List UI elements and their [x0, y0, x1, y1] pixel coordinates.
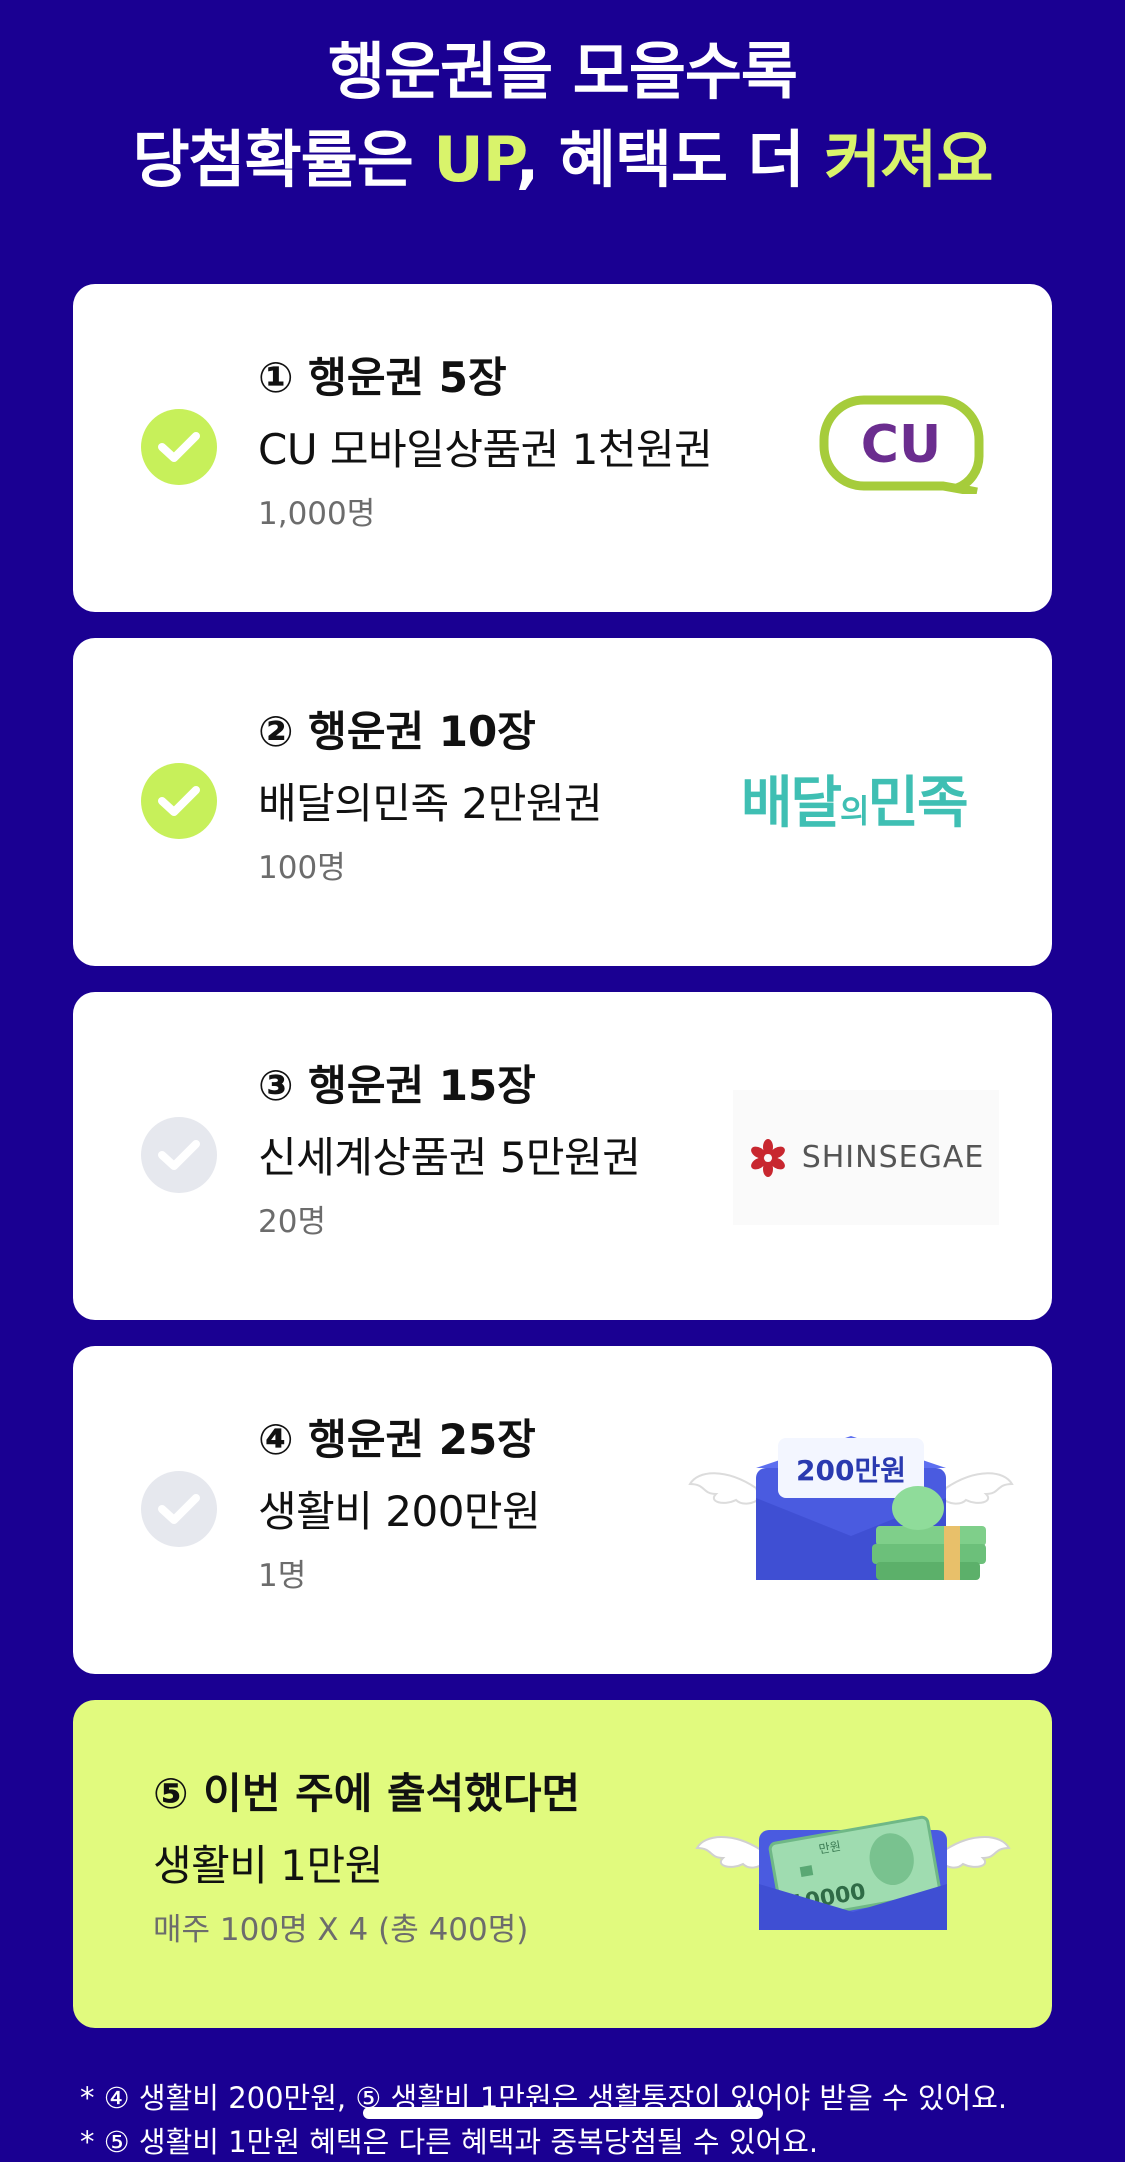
reward-winner-count: 100명: [258, 850, 346, 886]
reward-title: ② 행운권 10장: [258, 707, 536, 756]
reward-title: ① 행운권 5장: [258, 353, 507, 402]
reward-card-3: ③ 행운권 15장 신세계상품권 5만원권 20명 SHINSEGAE: [73, 992, 1052, 1320]
reward-winner-count: 20명: [258, 1204, 326, 1240]
baemin-logo-text: 의: [840, 792, 869, 830]
winged-envelope-money-icon: 200만원: [686, 1428, 1016, 1588]
check-circle-icon: [141, 1117, 217, 1193]
shinsegae-logo: SHINSEGAE: [733, 1090, 999, 1225]
baemin-logo-text: 민족: [867, 771, 969, 836]
cu-logo-text: CU: [861, 415, 941, 475]
reward-title: ③ 행운권 15장: [258, 1061, 536, 1110]
reward-prize: 생활비 200만원: [258, 1487, 541, 1536]
check-circle-icon: [141, 409, 217, 485]
headline-highlight-bigger: 커져요: [824, 123, 993, 196]
reward-card-4: ④ 행운권 25장 생활비 200만원 1명 200만원: [73, 1346, 1052, 1674]
reward-title: ⑤ 이번 주에 출석했다면: [153, 1769, 581, 1818]
reward-winner-count: 1,000명: [258, 496, 376, 532]
flower-icon: [750, 1138, 785, 1177]
headline-highlight-up: UP: [433, 123, 516, 196]
reward-prize: CU 모바일상품권 1천원권: [258, 425, 713, 474]
reward-card-5: ⑤ 이번 주에 출석했다면 생활비 1만원 매주 100명 X 4 (총 400…: [73, 1700, 1052, 2028]
cu-logo: CU: [819, 394, 984, 497]
headline-line-1: 행운권을 모을수록: [328, 35, 798, 108]
amount-badge-text: 200만원: [796, 1454, 906, 1487]
shinsegae-logo-text: SHINSEGAE: [801, 1140, 985, 1175]
check-circle-icon: [141, 1471, 217, 1547]
reward-prize: 생활비 1만원: [153, 1841, 383, 1890]
reward-prize: 신세계상품권 5만원권: [258, 1133, 641, 1182]
reward-prize: 배달의민족 2만원권: [258, 779, 603, 828]
check-circle-icon: [141, 763, 217, 839]
reward-card-1: ① 행운권 5장 CU 모바일상품권 1천원권 1,000명 CU: [73, 284, 1052, 612]
footnote-2: * ⑤ 생활비 1만원 혜택은 다른 혜택과 중복당첨될 수 있어요.: [80, 2125, 819, 2159]
reward-card-2: ② 행운권 10장 배달의민족 2만원권 100명 배달의민족: [73, 638, 1052, 966]
baemin-logo-text: 배달: [741, 771, 842, 836]
reward-winner-count: 매주 100명 X 4 (총 400명): [153, 1912, 529, 1948]
headline-text: 당첨확률은: [132, 123, 434, 196]
page-headline: 행운권을 모을수록 당첨확률은 UP, 혜택도 더 커져요: [0, 28, 1125, 204]
headline-line-2: 당첨확률은 UP, 혜택도 더 커져요: [0, 116, 1125, 204]
baemin-logo: 배달의민족: [741, 758, 969, 839]
headline-text: , 혜택도 더: [515, 123, 825, 196]
home-indicator[interactable]: [363, 2107, 763, 2119]
reward-winner-count: 1명: [258, 1558, 307, 1594]
reward-title: ④ 행운권 25장: [258, 1415, 536, 1464]
winged-envelope-banknote-icon: 만원 10000: [693, 1800, 1013, 1940]
